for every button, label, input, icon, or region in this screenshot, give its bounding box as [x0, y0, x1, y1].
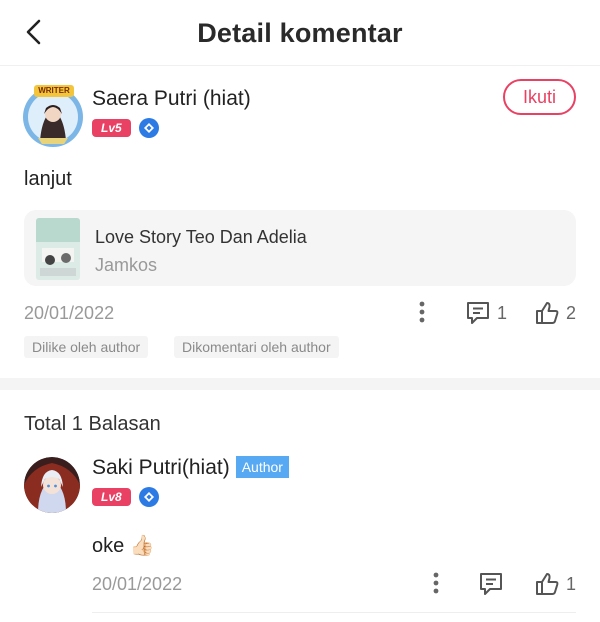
reply-like-count: 1 [566, 573, 577, 594]
level-badge: Lv5 [92, 119, 131, 137]
comment-count: 1 [497, 302, 508, 323]
comment-icon [480, 573, 502, 595]
vip-diamond-icon [138, 487, 159, 507]
tag-liked-by-author: Dilike oleh author [24, 336, 149, 358]
reply-user-badges: Lv8 [92, 487, 159, 507]
top-bar: Detail komentar [0, 0, 600, 66]
user-badges: Lv5 [92, 118, 159, 138]
like-button[interactable]: 2 [534, 300, 576, 326]
reply-more-options-button[interactable] [426, 569, 446, 597]
reply-text: oke 👍🏻 [92, 535, 155, 557]
writer-badge: WRITER [34, 85, 74, 97]
comment-text: lanjut [24, 168, 72, 190]
comment-username[interactable]: Saera Putri (hiat) [92, 87, 251, 111]
author-badge: Author [235, 456, 289, 478]
comment-count-button[interactable]: 1 [465, 300, 507, 326]
reply-like-button[interactable]: 1 [534, 571, 576, 597]
comment-date: 20/01/2022 [24, 303, 115, 323]
vip-diamond-icon [138, 118, 159, 138]
book-card[interactable]: Love Story Teo Dan Adelia Jamkos [24, 210, 576, 286]
like-count: 2 [566, 302, 577, 323]
tag-commented-by-author: Dikomentari oleh author [174, 336, 339, 358]
follow-button[interactable]: Ikuti [503, 79, 576, 115]
reply-date: 20/01/2022 [92, 574, 183, 594]
replies-total: Total 1 Balasan [24, 413, 161, 435]
book-cover [36, 218, 80, 280]
reply-level-badge: Lv8 [92, 488, 131, 506]
thumbs-up-icon [536, 573, 559, 595]
more-vertical-icon [419, 301, 425, 323]
thumbs-up-icon [536, 302, 559, 324]
page-title: Detail komentar [197, 18, 403, 48]
reply-username[interactable]: Saki Putri(hiat) [92, 456, 230, 479]
reply-username-row: Saki Putri(hiat) Author [92, 456, 289, 480]
book-title: Love Story Teo Dan Adelia [95, 227, 307, 247]
more-vertical-icon [433, 572, 439, 594]
comment-icon [467, 302, 489, 324]
reply-comment-button[interactable] [478, 571, 504, 597]
reply-avatar[interactable] [24, 457, 80, 513]
section-divider [0, 378, 600, 390]
more-options-button[interactable] [412, 298, 432, 326]
book-author: Jamkos [95, 255, 158, 275]
reply-divider [92, 612, 576, 613]
